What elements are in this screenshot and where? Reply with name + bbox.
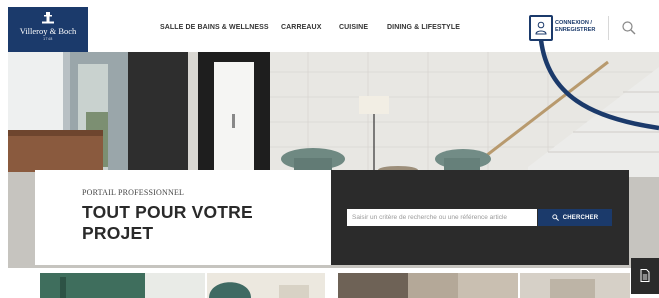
teaser-thumbnail[interactable] — [520, 273, 630, 298]
teaser-image — [40, 273, 205, 298]
teaser-image — [520, 273, 630, 298]
login-text-line1: CONNEXION / — [555, 20, 592, 26]
villeroy-boch-logo[interactable]: Villeroy & Boch 1748 — [8, 7, 88, 53]
logo-fountain-icon — [42, 12, 54, 24]
site-header: Villeroy & Boch 1748 SALLE DE BAINS & WE… — [0, 0, 659, 53]
user-icon — [535, 21, 547, 35]
search-icon — [622, 21, 636, 35]
nav-item-carreaux[interactable]: CARREAUX — [281, 24, 321, 31]
teaser-image — [338, 273, 518, 298]
header-search-button[interactable] — [621, 20, 637, 36]
pro-portal-panel: PORTAIL PROFESSIONNEL TOUT POUR VOTRE PR… — [35, 170, 332, 265]
nav-item-bath-wellness[interactable]: SALLE DE BAINS & WELLNESS — [160, 24, 269, 31]
teaser-thumbnail[interactable] — [40, 273, 205, 298]
product-search-input[interactable] — [347, 209, 537, 226]
document-icon — [640, 269, 650, 282]
teaser-image — [207, 273, 325, 298]
teaser-thumbnail[interactable] — [207, 273, 325, 298]
login-text-line2: ENREGISTRER — [555, 27, 596, 33]
nav-item-dining-lifestyle[interactable]: DINING & LIFESTYLE — [387, 24, 460, 31]
logo-since-text: 1748 — [43, 37, 53, 41]
header-divider — [608, 16, 609, 40]
teaser-thumbnail[interactable] — [338, 273, 518, 298]
login-register-link[interactable]: CONNEXION / ENREGISTRER — [555, 20, 610, 34]
search-button-label: CHERCHER — [562, 214, 599, 221]
logo-brand-text: Villeroy & Boch — [19, 26, 77, 36]
search-icon — [552, 214, 559, 221]
search-submit-button[interactable]: CHERCHER — [538, 209, 612, 226]
nav-item-cuisine[interactable]: CUISINE — [339, 24, 368, 31]
product-search-panel: CHERCHER — [331, 170, 629, 265]
account-button[interactable] — [529, 15, 553, 41]
pro-portal-title: TOUT POUR VOTRE PROJET — [82, 202, 253, 243]
floating-document-button[interactable] — [631, 258, 659, 294]
pro-portal-subtitle: PORTAIL PROFESSIONNEL — [82, 188, 185, 197]
